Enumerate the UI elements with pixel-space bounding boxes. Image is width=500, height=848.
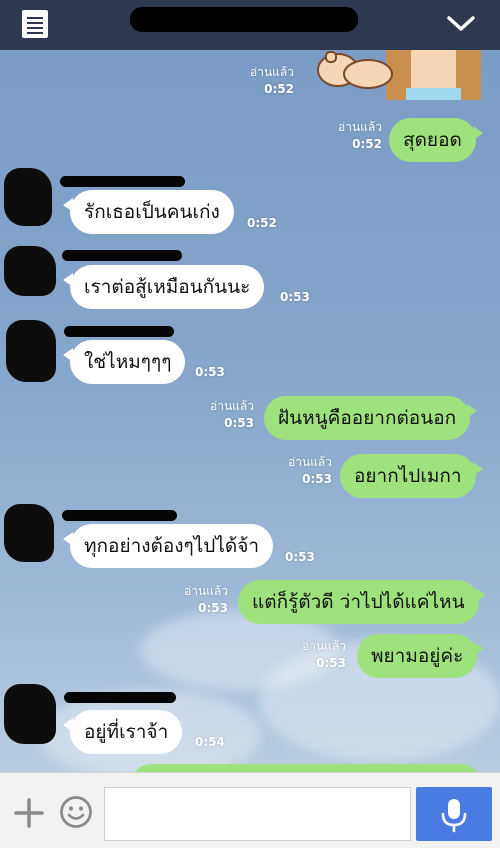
read-receipt: อ่านแล้ว	[184, 584, 228, 598]
outgoing-message[interactable]: ฝันหนูคืออยากต่อนอก	[264, 396, 478, 440]
sender-name-redacted	[62, 250, 182, 261]
outgoing-message[interactable]: แต่ก็รู้ตัวดี ว่าไปได้แค่ไหน	[238, 580, 486, 624]
message-meta: อ่านแล้ว 0:53	[290, 638, 346, 672]
outgoing-message[interactable]: พยามอยู่ค่ะ	[357, 634, 485, 678]
sender-name-redacted	[64, 692, 176, 703]
read-receipt: อ่านแล้ว	[302, 639, 346, 653]
outgoing-message-partial[interactable]	[130, 764, 482, 772]
message-time: 0:53	[224, 416, 254, 430]
message-time: 0:53	[280, 290, 310, 304]
plus-icon[interactable]	[14, 798, 44, 828]
outgoing-message[interactable]: สุดยอด	[389, 118, 483, 162]
incoming-message[interactable]: ทุกอย่างต้องๆไปได้จ้า	[62, 524, 274, 568]
incoming-message[interactable]: รักเธอเป็นคนเก่ง	[63, 190, 234, 234]
message-time: 0:54	[195, 735, 225, 749]
chat-area[interactable]: อ่านแล้ว 0:52 อ่านแล้ว 0:52 สุดยอด รักเธ…	[0, 50, 500, 772]
sticker-image[interactable]	[316, 50, 481, 100]
avatar-redacted[interactable]	[4, 246, 56, 296]
message-meta: อ่านแล้ว 0:53	[198, 398, 254, 432]
chat-header	[0, 0, 500, 50]
message-time: 0:53	[285, 550, 315, 564]
incoming-message[interactable]: อยู่ที่เราจ้า	[62, 710, 183, 754]
message-input-bar	[0, 772, 500, 848]
message-meta: อ่านแล้ว 0:53	[172, 583, 228, 617]
read-receipt: อ่านแล้ว	[210, 399, 254, 413]
message-time: 0:52	[352, 137, 382, 151]
chevron-down-icon[interactable]	[445, 10, 477, 36]
mic-button[interactable]	[416, 787, 492, 841]
read-receipt: อ่านแล้ว	[288, 455, 332, 469]
read-receipt: อ่านแล้ว	[338, 120, 382, 134]
message-time: 0:52	[264, 82, 294, 96]
avatar-redacted[interactable]	[4, 168, 52, 226]
incoming-message[interactable]: เราต่อสู้เหมือนกันนะ	[62, 265, 265, 309]
emoji-icon[interactable]	[59, 795, 93, 829]
sender-name-redacted	[60, 176, 185, 187]
incoming-message[interactable]: ใช่ไหมๆๆๆ	[62, 340, 186, 384]
sender-name-redacted	[62, 510, 177, 521]
sender-name-redacted	[64, 326, 174, 337]
avatar-redacted[interactable]	[4, 504, 54, 562]
sticker-meta: อ่านแล้ว 0:52	[238, 64, 294, 98]
message-time: 0:53	[316, 656, 346, 670]
message-time: 0:52	[247, 216, 277, 230]
message-time: 0:53	[195, 365, 225, 379]
chat-title-redacted	[130, 7, 358, 32]
read-receipt: อ่านแล้ว	[250, 65, 294, 79]
message-meta: อ่านแล้ว 0:53	[276, 454, 332, 488]
outgoing-message[interactable]: อยากไปเมกา	[340, 454, 483, 498]
avatar-redacted[interactable]	[6, 320, 56, 382]
message-meta: อ่านแล้ว 0:52	[326, 119, 382, 153]
avatar-redacted[interactable]	[4, 684, 56, 744]
message-time: 0:53	[302, 472, 332, 486]
microphone-icon	[441, 799, 467, 833]
menu-icon[interactable]	[22, 10, 48, 38]
message-time: 0:53	[198, 601, 228, 615]
message-input[interactable]	[104, 787, 411, 841]
